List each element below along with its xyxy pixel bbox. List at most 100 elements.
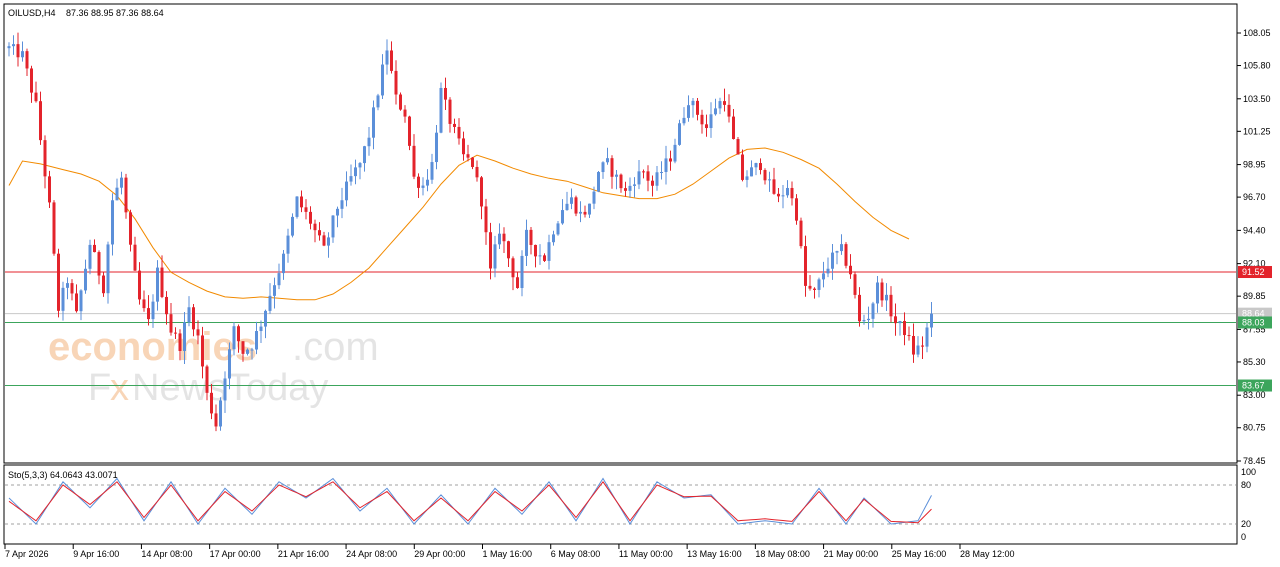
candle-body[interactable] [880, 282, 884, 301]
candle-body[interactable] [178, 333, 182, 351]
candle-body[interactable] [426, 179, 429, 186]
candle-body[interactable] [628, 185, 632, 191]
candle-body[interactable] [889, 294, 893, 317]
candle-body[interactable] [295, 196, 299, 217]
candle-body[interactable] [777, 193, 780, 197]
candle-body[interactable] [385, 50, 389, 65]
candle-body[interactable] [48, 176, 51, 203]
candle-body[interactable] [165, 296, 168, 315]
candle-body[interactable] [579, 211, 582, 214]
candle-body[interactable] [16, 44, 20, 58]
candle-body[interactable] [804, 246, 807, 286]
candle-body[interactable] [849, 265, 852, 275]
candle-body[interactable] [435, 132, 438, 163]
candle-body[interactable] [52, 202, 56, 254]
candle-body[interactable] [736, 139, 740, 155]
candle-body[interactable] [916, 345, 920, 355]
candle-body[interactable] [646, 171, 650, 181]
candle-body[interactable] [34, 92, 38, 102]
candle-body[interactable] [664, 158, 668, 172]
candle-body[interactable] [282, 253, 285, 274]
candle-body[interactable] [894, 316, 897, 324]
candle-body[interactable] [246, 349, 249, 354]
candle-body[interactable] [642, 171, 645, 173]
candle-body[interactable] [507, 241, 510, 259]
candle-body[interactable] [588, 203, 591, 215]
candle-body[interactable] [795, 198, 798, 221]
candle-body[interactable] [493, 244, 497, 269]
candle-body[interactable] [655, 172, 659, 186]
candle-body[interactable] [241, 341, 245, 354]
candle-body[interactable] [597, 172, 600, 192]
candle-body[interactable] [111, 200, 114, 245]
candle-body[interactable] [70, 283, 74, 294]
candle-body[interactable] [867, 318, 870, 321]
candle-body[interactable] [817, 279, 821, 290]
candle-body[interactable] [291, 216, 294, 236]
candle-body[interactable] [169, 314, 173, 333]
candle-body[interactable] [156, 267, 159, 302]
candle-body[interactable] [214, 413, 218, 427]
candle-body[interactable] [84, 268, 87, 291]
candle-body[interactable] [552, 234, 555, 243]
candle-body[interactable] [556, 223, 560, 235]
candle-body[interactable] [210, 392, 213, 414]
candle-body[interactable] [853, 274, 857, 295]
candle-body[interactable] [745, 176, 749, 180]
candle-body[interactable] [925, 327, 929, 347]
candle-body[interactable] [408, 116, 411, 146]
candle-body[interactable] [844, 244, 848, 266]
candle-body[interactable] [574, 197, 578, 214]
candle-body[interactable] [511, 258, 515, 278]
candle-body[interactable] [106, 244, 110, 294]
candle-body[interactable] [367, 137, 371, 147]
candle-body[interactable] [615, 174, 618, 177]
candle-body[interactable] [484, 206, 488, 233]
candle-body[interactable] [264, 310, 267, 327]
candle-body[interactable] [480, 177, 483, 207]
candle-body[interactable] [669, 158, 672, 162]
candle-body[interactable] [862, 320, 866, 322]
candle-body[interactable] [453, 123, 456, 127]
candle-body[interactable] [858, 294, 861, 322]
candle-body[interactable] [115, 187, 119, 201]
candle-body[interactable] [286, 235, 290, 254]
candle-body[interactable] [781, 195, 785, 197]
candle-body[interactable] [448, 99, 452, 124]
candle-body[interactable] [273, 285, 276, 296]
candle-body[interactable] [898, 320, 902, 324]
candle-body[interactable] [727, 104, 731, 117]
candle-body[interactable] [525, 229, 528, 256]
candle-body[interactable] [831, 252, 834, 269]
candle-body[interactable] [912, 335, 915, 355]
candle-body[interactable] [25, 51, 29, 69]
candle-body[interactable] [907, 335, 911, 337]
candle-body[interactable] [754, 163, 758, 168]
candle-body[interactable] [331, 215, 335, 238]
candle-body[interactable] [520, 255, 524, 289]
candle-body[interactable] [259, 326, 263, 332]
candle-body[interactable] [705, 124, 708, 129]
candle-body[interactable] [592, 191, 596, 204]
candle-body[interactable] [790, 187, 794, 199]
candle-body[interactable] [741, 154, 744, 180]
candle-body[interactable] [538, 255, 542, 257]
candle-body[interactable] [660, 171, 663, 173]
candle-body[interactable] [502, 233, 506, 242]
candle-body[interactable] [187, 307, 191, 323]
candle-body[interactable] [799, 220, 803, 247]
candle-body[interactable] [430, 162, 434, 180]
candle-body[interactable] [340, 200, 344, 209]
candle-body[interactable] [309, 211, 312, 224]
candle-body[interactable] [439, 87, 443, 133]
candle-body[interactable] [97, 252, 101, 276]
candle-body[interactable] [565, 203, 569, 211]
candle-body[interactable] [475, 166, 479, 178]
candle-body[interactable] [394, 70, 398, 95]
stoch-panel[interactable] [3, 464, 1238, 545]
candle-body[interactable] [120, 177, 123, 188]
candle-body[interactable] [277, 273, 281, 286]
candle-body[interactable] [583, 211, 587, 215]
candle-body[interactable] [835, 251, 839, 253]
candle-body[interactable] [268, 295, 272, 311]
